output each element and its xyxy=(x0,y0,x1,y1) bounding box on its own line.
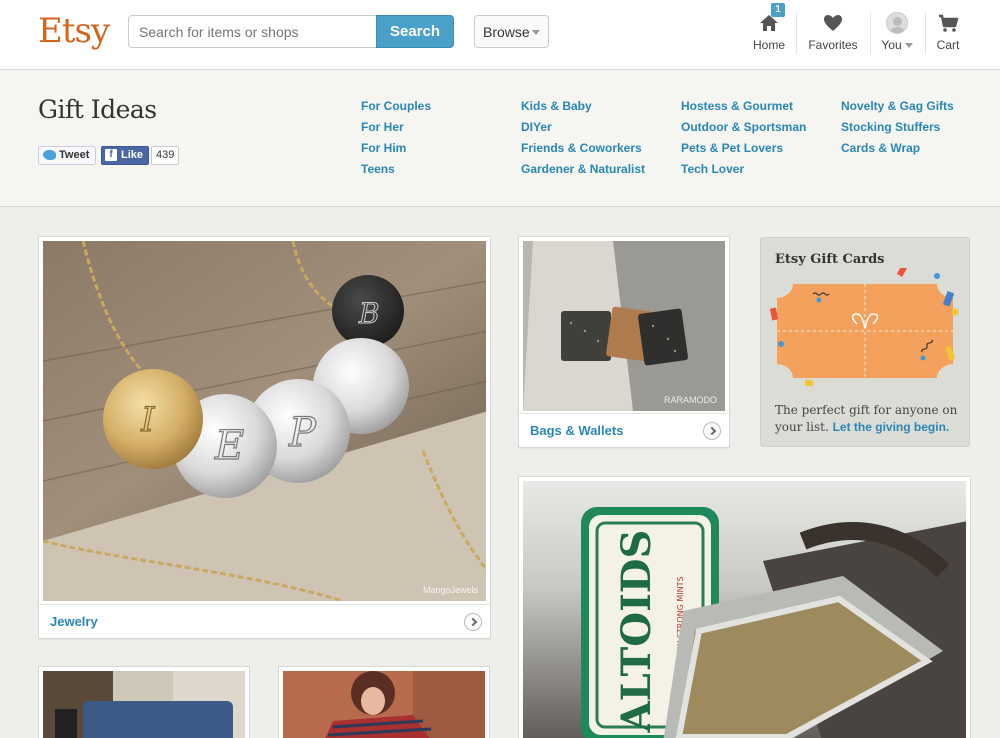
nav-divider xyxy=(796,12,797,54)
bag-photo xyxy=(43,671,245,738)
nav-cart[interactable]: Cart xyxy=(934,12,962,52)
like-label: Like xyxy=(121,149,144,161)
photo-credit: RARAMODO xyxy=(663,395,717,405)
category-column: For Couples For Her For Him Teens xyxy=(361,99,431,183)
nav-you[interactable]: You xyxy=(878,12,916,52)
nav-home-label: Home xyxy=(752,38,785,52)
altoids-image[interactable]: ALTOIDS CURIOUSLY STRONG MINTS xyxy=(523,481,966,738)
tweet-button[interactable]: Tweet xyxy=(38,146,97,165)
facebook-like-button[interactable]: f Like xyxy=(101,146,150,165)
category-link[interactable]: Tech Lover xyxy=(681,162,806,183)
svg-text:E: E xyxy=(214,423,244,469)
gift-card-title: Etsy Gift Cards xyxy=(775,252,885,267)
svg-text:I: I xyxy=(140,400,155,440)
tile-label[interactable]: Bags & Wallets xyxy=(530,423,623,438)
search-input[interactable] xyxy=(128,15,378,48)
etsy-logo[interactable]: Etsy xyxy=(38,11,110,51)
photo-credit: MangoJewels xyxy=(422,585,478,595)
category-column: Hostess & Gourmet Outdoor & Sportsman Pe… xyxy=(681,99,806,183)
nav-cart-label: Cart xyxy=(936,38,960,52)
nav-favorites-label: Favorites xyxy=(808,38,858,52)
category-link[interactable]: Kids & Baby xyxy=(521,99,645,120)
heart-icon xyxy=(824,15,842,31)
notification-badge: 1 xyxy=(771,3,785,17)
twitter-bird-icon xyxy=(43,150,56,161)
category-link[interactable]: Hostess & Gourmet xyxy=(681,99,806,120)
nav-you-label: You xyxy=(881,38,902,52)
tin-brand: ALTOIDS xyxy=(613,530,660,734)
category-link[interactable]: Teens xyxy=(361,162,431,183)
tile-caption[interactable]: Jewelry xyxy=(39,604,490,638)
category-link[interactable]: Friends & Coworkers xyxy=(521,141,645,162)
product-image[interactable] xyxy=(283,671,485,738)
product-tile[interactable] xyxy=(38,666,250,738)
jewelry-image[interactable]: E P I B MangoJewels xyxy=(43,241,486,601)
category-column: Novelty & Gag Gifts Stocking Stuffers Ca… xyxy=(841,99,954,162)
chevron-down-icon xyxy=(904,43,913,49)
tweet-label: Tweet xyxy=(59,149,90,161)
nav-divider xyxy=(870,12,871,54)
chevron-down-icon xyxy=(532,30,540,35)
altoids-tile[interactable]: ALTOIDS CURIOUSLY STRONG MINTS xyxy=(518,476,971,738)
chevron-right-icon[interactable] xyxy=(703,422,721,440)
nav-favorites[interactable]: Favorites xyxy=(806,12,860,52)
nav-home[interactable]: 1 Home xyxy=(752,3,786,52)
cart-icon xyxy=(939,14,959,32)
product-image[interactable] xyxy=(43,671,245,738)
category-link[interactable]: Gardener & Naturalist xyxy=(521,162,645,183)
scarf-photo xyxy=(283,671,485,738)
search-button[interactable]: Search xyxy=(376,15,454,48)
avatar xyxy=(886,12,908,34)
category-link[interactable]: For Her xyxy=(361,120,431,141)
bags-photo xyxy=(523,241,725,411)
tile-label[interactable]: Jewelry xyxy=(50,614,98,629)
like-count: 439 xyxy=(151,146,180,165)
necklace-photo: E P I B xyxy=(43,241,486,601)
bags-tile[interactable]: RARAMODO Bags & Wallets xyxy=(518,236,730,448)
category-link[interactable]: Novelty & Gag Gifts xyxy=(841,99,954,120)
svg-text:P: P xyxy=(288,410,317,456)
facebook-icon: f xyxy=(105,149,117,162)
category-link[interactable]: Pets & Pet Lovers xyxy=(681,141,806,162)
category-link[interactable]: Cards & Wrap xyxy=(841,141,954,162)
tile-caption[interactable]: Bags & Wallets xyxy=(519,413,729,447)
page-title: Gift Ideas xyxy=(38,95,157,124)
jewelry-tile[interactable]: E P I B MangoJewels Jewelry xyxy=(38,236,491,639)
category-link[interactable]: Stocking Stuffers xyxy=(841,120,954,141)
gift-card-promo[interactable]: Etsy Gift Cards The perfect gift for any… xyxy=(760,237,970,447)
category-link[interactable]: Outdoor & Sportsman xyxy=(681,120,806,141)
altoids-tin-photo: ALTOIDS CURIOUSLY STRONG MINTS xyxy=(523,481,966,738)
svg-text:B: B xyxy=(358,297,380,330)
gift-card-link[interactable]: Let the giving begin. xyxy=(833,420,950,434)
bags-image[interactable]: RARAMODO xyxy=(523,241,725,411)
gift-card-illustration xyxy=(769,268,959,387)
product-tile[interactable] xyxy=(278,666,490,738)
browse-label: Browse xyxy=(483,24,530,40)
category-link[interactable]: For Him xyxy=(361,141,431,162)
category-link[interactable]: For Couples xyxy=(361,99,431,120)
gift-card-description: The perfect gift for anyone on your list… xyxy=(775,402,959,436)
chevron-right-icon[interactable] xyxy=(464,613,482,631)
category-column: Kids & Baby DIYer Friends & Coworkers Ga… xyxy=(521,99,645,183)
browse-dropdown[interactable]: Browse xyxy=(474,15,549,48)
nav-divider xyxy=(925,12,926,54)
category-link[interactable]: DIYer xyxy=(521,120,645,141)
top-navigation-bar: Etsy Search Browse 1 Home Favorites You … xyxy=(0,0,1000,70)
